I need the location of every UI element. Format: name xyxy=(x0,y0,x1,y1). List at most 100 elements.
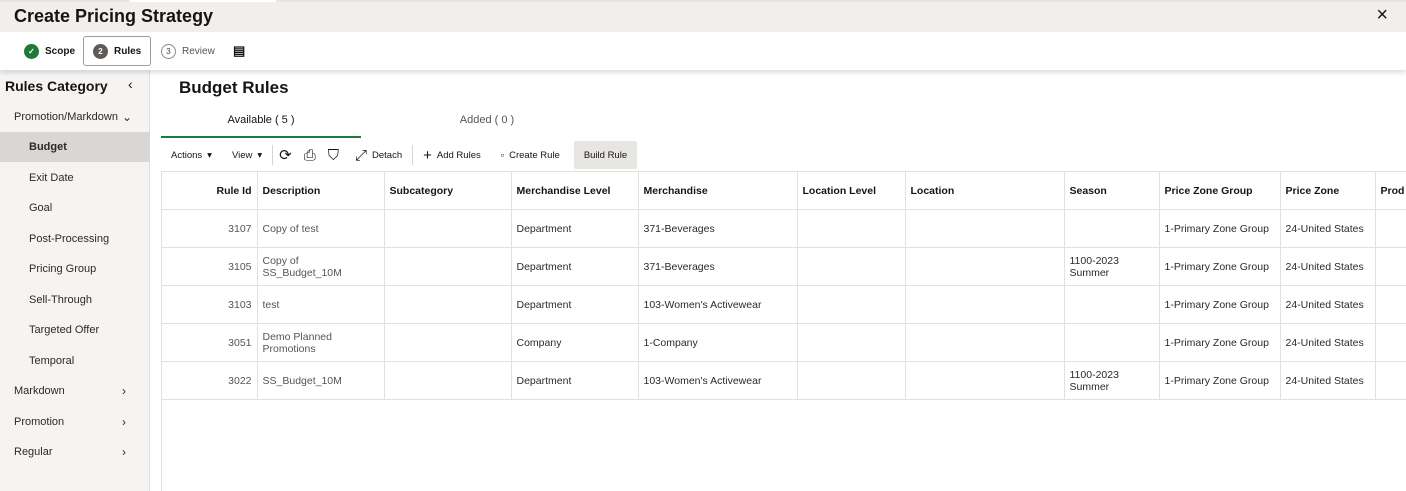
subcategory-cell xyxy=(384,247,512,286)
sidebar-item-promotion-markdown[interactable]: Promotion/Markdown ⌄ xyxy=(0,102,150,132)
table-row[interactable]: 3051 Demo Planned Promotions Company 1-C… xyxy=(162,323,1406,362)
step-label: Review xyxy=(182,45,215,57)
sidebar-item-temporal[interactable]: Temporal xyxy=(0,346,150,376)
merchandise-level-cell: Department xyxy=(511,247,639,286)
caret-down-icon: ▾ xyxy=(207,149,212,161)
prod-cell xyxy=(1375,361,1406,400)
grid-toolbar: Actions ▾ View ▾ ⟳ ⎙ ⛉ ⤢ Detach + Add Ru… xyxy=(161,140,1406,170)
sidebar-item-markdown[interactable]: Markdown › xyxy=(0,376,150,406)
sidebar-item-exit-date[interactable]: Exit Date xyxy=(0,163,150,193)
subcategory-cell xyxy=(384,361,512,400)
description-cell: test xyxy=(257,285,385,324)
main-panel: Budget Rules Available ( 5 ) Added ( 0 )… xyxy=(150,70,1406,491)
rule-id-cell: 3107 xyxy=(162,209,258,248)
price-zone-group-cell: 1-Primary Zone Group xyxy=(1159,361,1281,400)
subcategory-cell xyxy=(384,209,512,248)
step-label: Scope xyxy=(45,45,76,57)
sidebar-item-post-processing[interactable]: Post-Processing xyxy=(0,224,150,254)
table-row[interactable]: 3107 Copy of test Department 371-Beverag… xyxy=(162,209,1406,248)
sidebar-item-label: Markdown xyxy=(14,385,65,397)
create-rule-button[interactable]: ▫ Create Rule xyxy=(491,141,570,169)
subcategory-cell xyxy=(384,323,512,362)
step-review[interactable]: 3 Review xyxy=(161,36,215,66)
sidebar-item-label: Targeted Offer xyxy=(29,324,100,336)
view-label: View xyxy=(231,149,253,161)
column-header[interactable]: Subcategory xyxy=(384,171,512,210)
sidebar-item-label: Promotion/Markdown xyxy=(14,111,118,123)
column-header[interactable]: Price Zone Group xyxy=(1159,171,1281,210)
sidebar-item-targeted-offer[interactable]: Targeted Offer xyxy=(0,315,150,345)
price-zone-group-cell: 1-Primary Zone Group xyxy=(1159,209,1281,248)
step-scope[interactable]: ✓ Scope xyxy=(24,36,75,66)
location-cell xyxy=(905,247,1065,286)
sidebar-item-sell-through[interactable]: Sell-Through xyxy=(0,285,150,315)
location-level-cell xyxy=(797,285,906,324)
filter-button[interactable]: ⛉ xyxy=(322,141,345,169)
merchandise-cell: 371-Beverages xyxy=(638,209,798,248)
column-header[interactable]: Merchandise xyxy=(638,171,798,210)
filter-icon: ⛉ xyxy=(327,146,339,164)
plus-icon: + xyxy=(423,146,432,164)
column-header[interactable]: Description xyxy=(257,171,385,210)
sidebar-item-label: Budget xyxy=(29,141,67,153)
merchandise-level-cell: Department xyxy=(511,285,639,324)
column-header[interactable]: Location Level xyxy=(797,171,906,210)
actions-label: Actions xyxy=(171,149,203,161)
refresh-button[interactable]: ⟳ xyxy=(273,141,298,169)
tab-added[interactable]: Added ( 0 ) xyxy=(387,114,587,138)
location-level-cell xyxy=(797,209,906,248)
detach-button[interactable]: ⤢ Detach xyxy=(345,141,412,169)
merchandise-level-cell: Department xyxy=(511,209,639,248)
actions-menu[interactable]: Actions ▾ xyxy=(161,141,222,169)
price-zone-group-cell: 1-Primary Zone Group xyxy=(1159,323,1281,362)
merchandise-level-cell: Company xyxy=(511,323,639,362)
location-level-cell xyxy=(797,361,906,400)
sidebar-item-label: Promotion xyxy=(14,416,65,428)
caret-down-icon: ▾ xyxy=(257,149,263,161)
sidebar-item-promotion[interactable]: Promotion › xyxy=(0,407,150,437)
table-row[interactable]: 3103 test Department 103-Women's Activew… xyxy=(162,285,1406,324)
table-row[interactable]: 3022 SS_Budget_10M Department 103-Women'… xyxy=(162,361,1406,400)
step-label: Rules xyxy=(114,45,142,57)
build-rule-button[interactable]: Build Rule xyxy=(573,141,638,169)
close-icon[interactable]: × xyxy=(1376,4,1388,27)
sidebar-item-pricing-group[interactable]: Pricing Group xyxy=(0,254,150,284)
description-cell: Copy of test xyxy=(257,209,385,248)
collapse-icon[interactable]: ‹ xyxy=(128,76,133,92)
prod-cell xyxy=(1375,285,1406,324)
dialog-title: Create Pricing Strategy xyxy=(14,6,214,26)
sidebar-item-label: Sell-Through xyxy=(29,294,92,306)
sidebar-item-goal[interactable]: Goal xyxy=(0,193,150,223)
description-cell: SS_Budget_10M xyxy=(257,361,385,400)
view-menu[interactable]: View ▾ xyxy=(222,141,272,169)
sidebar-item-regular[interactable]: Regular › xyxy=(0,437,150,467)
tab-available[interactable]: Available ( 5 ) xyxy=(161,114,361,138)
column-header[interactable]: Season xyxy=(1064,171,1160,210)
merchandise-level-cell: Department xyxy=(511,361,639,400)
column-header[interactable]: Price Zone xyxy=(1280,171,1376,210)
step-number: 3 xyxy=(161,43,176,59)
rules-table: Rule Id Description Subcategory Merchand… xyxy=(162,171,1406,400)
column-header[interactable]: Prod xyxy=(1375,171,1406,210)
merchandise-cell: 1-Company xyxy=(638,323,798,362)
sidebar-item-budget[interactable]: Budget xyxy=(0,132,150,162)
panel-icon[interactable]: ▤ xyxy=(233,36,245,66)
table-row[interactable]: 3105 Copy of SS_Budget_10M Department 37… xyxy=(162,247,1406,286)
sidebar-title: Rules Category xyxy=(5,78,108,94)
create-rule-label: Create Rule xyxy=(509,149,560,161)
column-header[interactable]: Rule Id xyxy=(162,171,258,210)
column-header[interactable]: Location xyxy=(905,171,1065,210)
export-button[interactable]: ⎙ xyxy=(298,141,322,169)
location-cell xyxy=(905,323,1065,362)
prod-cell xyxy=(1375,209,1406,248)
add-rules-button[interactable]: + Add Rules xyxy=(413,141,491,169)
document-icon: ▫ xyxy=(500,149,505,161)
chevron-right-icon: › xyxy=(122,415,126,429)
merchandise-cell: 371-Beverages xyxy=(638,247,798,286)
season-cell: 1100-2023 Summer xyxy=(1064,361,1160,400)
step-rules[interactable]: 2 Rules xyxy=(83,36,151,66)
subcategory-cell xyxy=(384,285,512,324)
rules-grid: Rule Id Description Subcategory Merchand… xyxy=(161,171,1406,491)
column-header[interactable]: Merchandise Level xyxy=(511,171,639,210)
add-rules-label: Add Rules xyxy=(436,149,481,161)
